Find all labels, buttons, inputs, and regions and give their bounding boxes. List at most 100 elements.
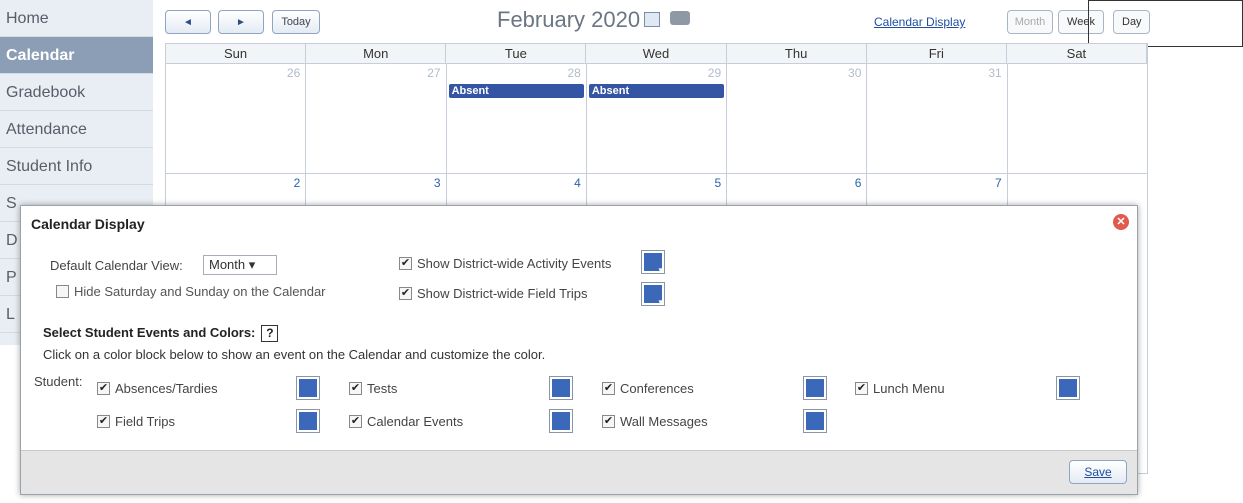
day-cell[interactable]: 28 Absent [446, 64, 587, 174]
field-trips-checkbox[interactable]: ✔ [97, 415, 110, 429]
color-swatch [552, 412, 570, 430]
wall-messages-checkbox[interactable]: ✔ [602, 415, 615, 429]
district-activity-color-picker[interactable] [641, 250, 665, 276]
today-button[interactable]: Today [272, 10, 320, 34]
next-month-button[interactable]: ► [218, 10, 264, 34]
lunch-menu-checkbox[interactable]: ✔ [855, 382, 868, 396]
day-number: 26 [286, 66, 301, 80]
color-swatch [806, 379, 824, 397]
weekday-thu: Thu [727, 44, 867, 63]
day-number: 2 [293, 176, 301, 190]
day-cell[interactable]: 30 [727, 64, 868, 174]
district-field-trips-option[interactable]: ✔ Show District-wide Field Trips [399, 286, 588, 301]
select-events-heading: Select Student Events and Colors:? [43, 325, 279, 342]
event-label: Tests [367, 381, 398, 396]
sidebar-item-student-info[interactable]: Student Info [0, 148, 153, 185]
day-cell[interactable] [1007, 64, 1148, 174]
prev-arrow-icon: ◄ [183, 17, 193, 28]
day-number: 6 [854, 176, 862, 190]
event-option-lunch-menu[interactable]: ✔ Lunch Menu [855, 381, 945, 396]
day-cell[interactable]: 26 [166, 64, 307, 174]
instructions-text: Click on a color block below to show an … [43, 347, 546, 362]
event-option-conferences[interactable]: ✔ Conferences [602, 381, 694, 396]
district-activity-checkbox[interactable]: ✔ [399, 257, 412, 271]
event-label: Absences/Tardies [115, 381, 218, 396]
absences-checkbox[interactable]: ✔ [97, 382, 110, 396]
default-view-select[interactable]: Month ▾ [203, 255, 277, 275]
month-title: February 2020 [497, 7, 641, 32]
close-icon[interactable]: ✕ [1113, 214, 1129, 230]
weekday-mon: Mon [306, 44, 447, 63]
conferences-checkbox[interactable]: ✔ [602, 382, 615, 396]
event-option-calendar-events[interactable]: ✔ Calendar Events [349, 414, 463, 429]
tests-checkbox[interactable]: ✔ [349, 382, 362, 396]
day-number: 7 [995, 176, 1002, 190]
day-number: 29 [707, 66, 722, 80]
next-arrow-icon: ► [236, 17, 246, 28]
color-swatch [552, 379, 570, 397]
day-number: 28 [567, 66, 581, 80]
day-number: 30 [848, 66, 862, 80]
highlight-box [1088, 0, 1243, 47]
event-option-field-trips[interactable]: ✔ Field Trips [97, 414, 175, 429]
event-label: Field Trips [115, 414, 175, 429]
weekday-wed: Wed [586, 44, 727, 63]
dialog-title: Calendar Display [31, 216, 145, 232]
sidebar-item-calendar[interactable]: Calendar [0, 37, 153, 74]
student-label: Student: [21, 374, 83, 418]
weekday-tue: Tue [446, 44, 587, 63]
day-cell[interactable]: 31 [867, 64, 1008, 174]
sidebar-item-home[interactable]: Home [0, 0, 153, 37]
weekday-sun: Sun [166, 44, 307, 63]
color-swatch [806, 412, 824, 430]
day-cell[interactable]: 29 Absent [586, 64, 728, 174]
sidebar-item-gradebook[interactable]: Gradebook [0, 74, 153, 111]
color-swatch [299, 412, 317, 430]
printer-icon[interactable] [670, 11, 691, 26]
district-field-trips-checkbox[interactable]: ✔ [399, 287, 412, 301]
field-trips-color-picker[interactable] [296, 409, 320, 433]
calendar-events-checkbox[interactable]: ✔ [349, 415, 362, 429]
calendar-week-row: 26 27 28 Absent 29 Absent 30 31 [165, 64, 1148, 174]
wall-messages-color-picker[interactable] [803, 409, 827, 433]
color-swatch [644, 253, 663, 276]
lunch-menu-color-picker[interactable] [1056, 376, 1080, 400]
day-number: 5 [714, 176, 722, 190]
day-cell[interactable]: 27 [306, 64, 447, 174]
calendar-display-link[interactable]: Calendar Display [874, 15, 965, 29]
select-events-label: Select Student Events and Colors: [43, 325, 256, 340]
save-button[interactable]: Save [1069, 460, 1127, 484]
day-number: 4 [574, 176, 581, 190]
calendar-events-color-picker[interactable] [549, 409, 573, 433]
event-option-wall-messages[interactable]: ✔ Wall Messages [602, 414, 708, 429]
conferences-color-picker[interactable] [803, 376, 827, 400]
calendar-picker-icon[interactable] [644, 11, 661, 27]
sidebar-item-attendance[interactable]: Attendance [0, 111, 153, 148]
absences-color-picker[interactable] [296, 376, 320, 400]
district-field-trips-color-picker[interactable] [641, 282, 665, 308]
dialog-footer: Save [21, 450, 1137, 494]
event-label: Lunch Menu [873, 381, 945, 396]
weekday-sat: Sat [1007, 44, 1147, 63]
district-activity-option[interactable]: ✔ Show District-wide Activity Events [399, 256, 611, 271]
tests-color-picker[interactable] [549, 376, 573, 400]
district-activity-label: Show District-wide Activity Events [417, 256, 612, 271]
event-option-absences[interactable]: ✔ Absences/Tardies [97, 381, 218, 396]
hide-weekend-label: Hide Saturday and Sunday on the Calendar [74, 284, 326, 299]
color-swatch [299, 379, 317, 397]
hide-weekend-checkbox[interactable] [56, 285, 69, 299]
absent-event[interactable]: Absent [588, 84, 725, 98]
absent-event[interactable]: Absent [448, 84, 584, 98]
calendar-toolbar: ◄ ► Today February 2020 Calendar Display… [165, 7, 1150, 36]
hide-weekend-option[interactable]: Hide Saturday and Sunday on the Calendar [56, 284, 326, 299]
help-icon[interactable]: ? [261, 325, 279, 342]
prev-month-button[interactable]: ◄ [165, 10, 211, 34]
weekday-header: Sun Mon Tue Wed Thu Fri Sat [165, 43, 1148, 64]
day-number: 27 [427, 66, 441, 80]
event-option-tests[interactable]: ✔ Tests [349, 381, 397, 396]
color-swatch [644, 285, 663, 308]
day-number: 31 [988, 66, 1002, 80]
event-label: Conferences [620, 381, 694, 396]
page-title: February 2020 [497, 7, 691, 33]
month-view-button[interactable]: Month [1007, 10, 1053, 34]
